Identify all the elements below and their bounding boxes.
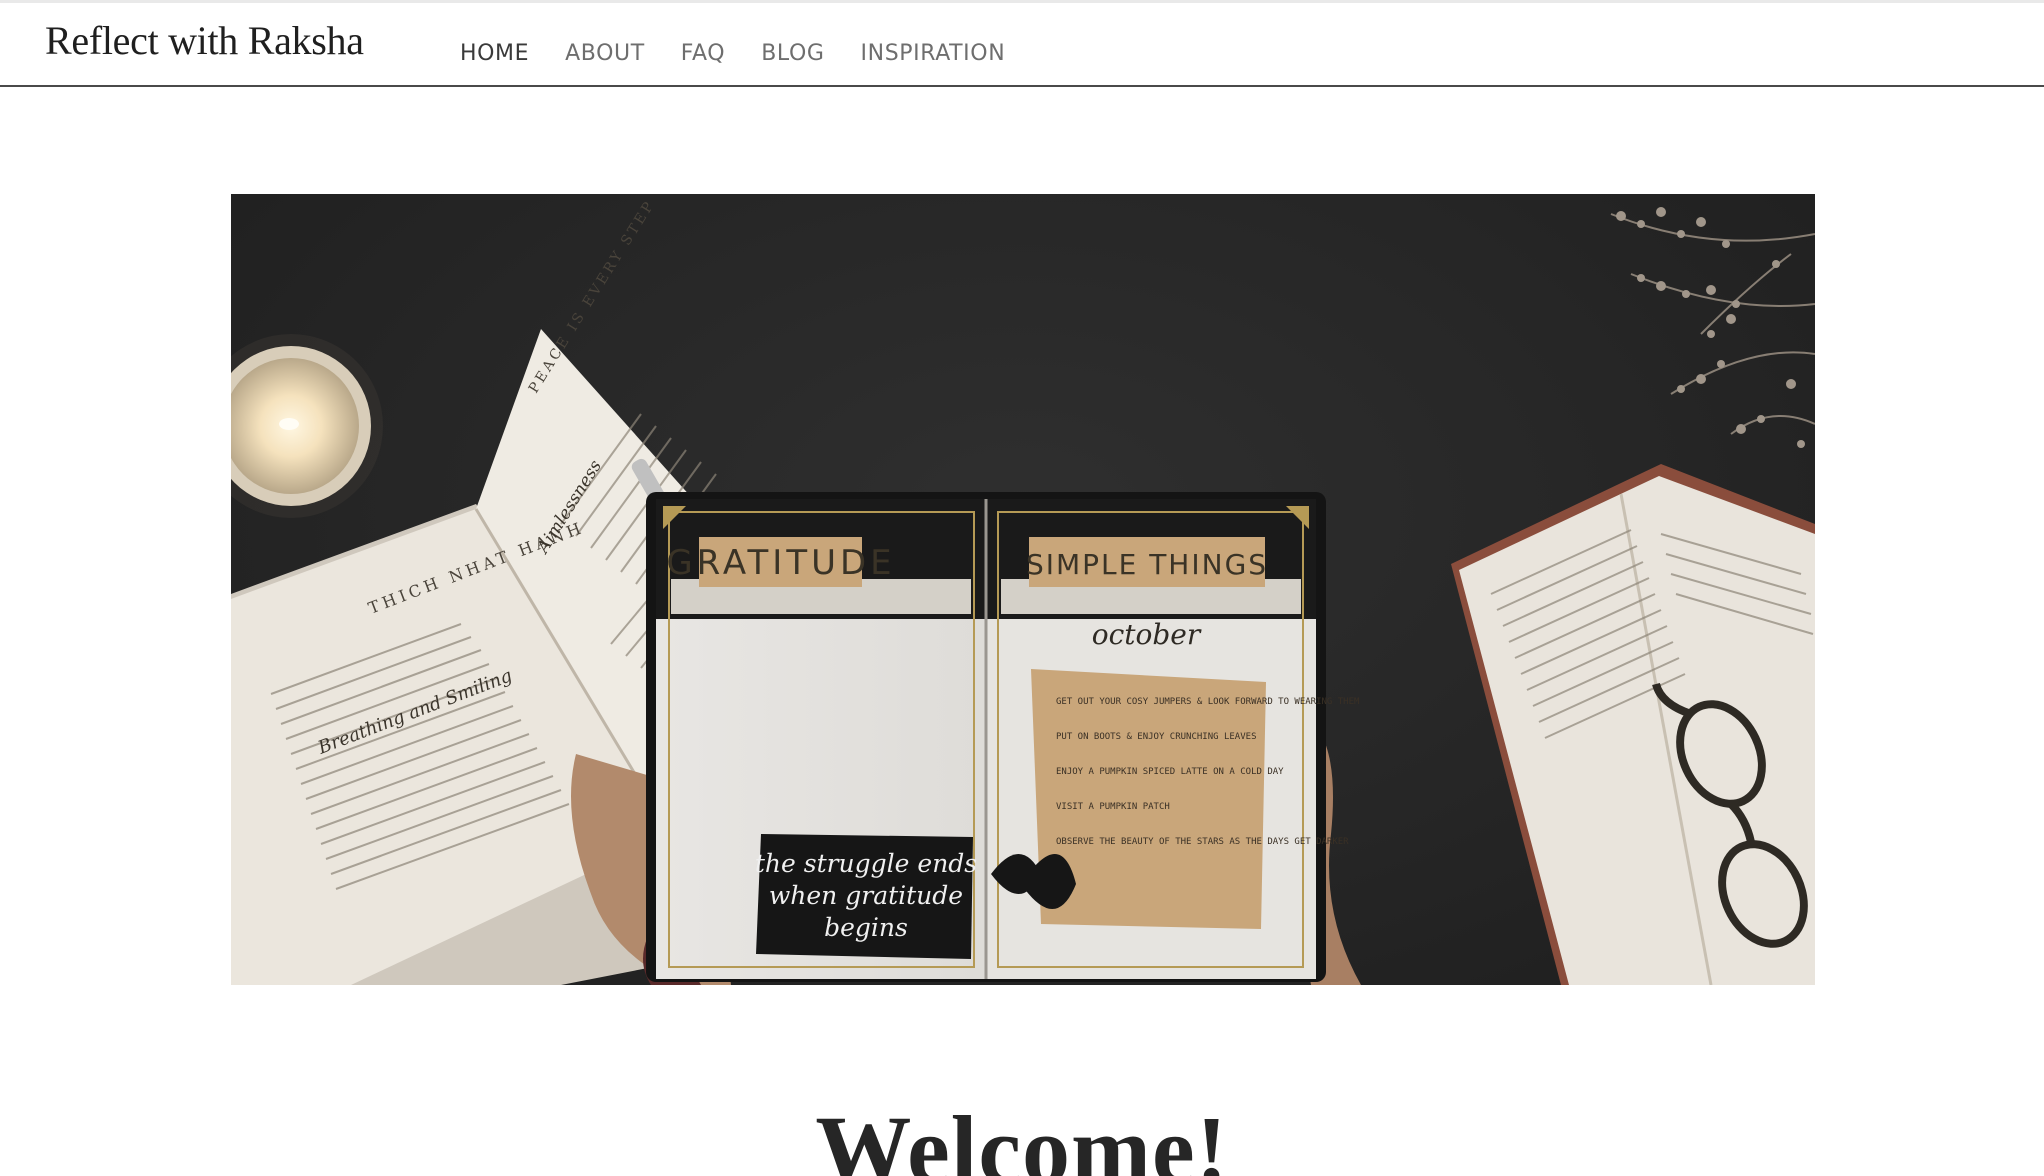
hero-image: THICH NHAT HANH Breathing and Smiling PE… [231,194,1815,985]
list-item-3: ENJOY A PUMPKIN SPICED LATTE ON A COLD D… [1056,767,1284,777]
journal-month: october [1092,618,1202,651]
quote-line-3: begins [824,913,908,942]
dried-flowers [1610,207,1815,448]
quote-line-2: when gratitude [769,881,963,910]
open-book-right [1451,464,1815,985]
nav-blog[interactable]: BLOG [761,41,824,66]
list-item-4: VISIT A PUMPKIN PATCH [1056,802,1170,812]
list-item-2: PUT ON BOOTS & ENJOY CRUNCHING LEAVES [1056,732,1256,742]
list-item-1: GET OUT YOUR COSY JUMPERS & LOOK FORWARD… [1056,697,1360,707]
list-item-5: OBSERVE THE BEAUTY OF THE STARS AS THE D… [1056,837,1349,847]
hero-illustration: THICH NHAT HANH Breathing and Smiling PE… [231,197,1815,985]
site-header: Reflect with Raksha HOME ABOUT FAQ BLOG … [0,3,2044,87]
nav-about[interactable]: ABOUT [565,41,645,66]
welcome-heading: Welcome! [815,1096,1229,1176]
journal: GRATITUDE SIMPLE THINGS october GET OUT … [646,492,1360,982]
quote-line-1: the struggle ends [755,849,977,878]
nav-inspiration[interactable]: INSPIRATION [861,41,1006,66]
book-running-head: PEACE IS EVERY STEP [526,197,659,396]
candle [231,334,383,518]
nav-home[interactable]: HOME [460,41,529,66]
main-nav: HOME ABOUT FAQ BLOG INSPIRATION [460,33,1041,73]
nav-faq[interactable]: FAQ [681,41,725,66]
journal-right-heading: SIMPLE THINGS [1026,548,1268,581]
site-title-link[interactable]: Reflect with Raksha [45,17,364,64]
journal-left-heading: GRATITUDE [666,543,895,583]
